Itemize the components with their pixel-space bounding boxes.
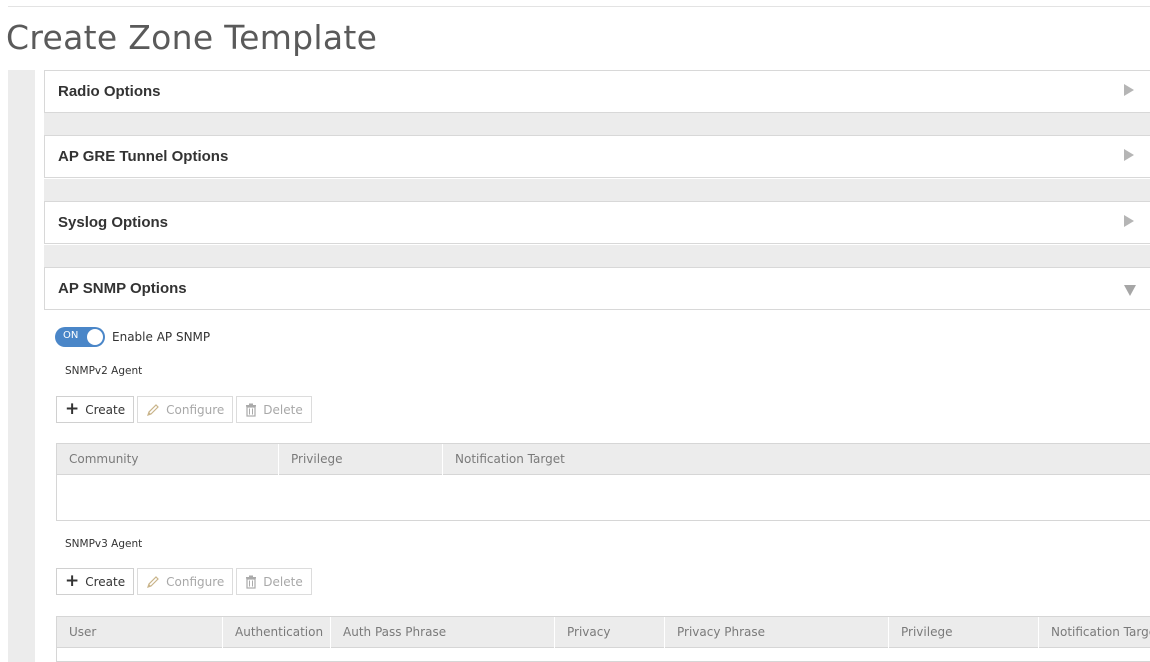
- trash-icon: [245, 575, 257, 589]
- column-header-privilege[interactable]: Privilege: [279, 444, 443, 475]
- toggle-knob: [87, 329, 103, 345]
- snmpv3-table-body: [56, 648, 1150, 662]
- pencil-icon: [146, 403, 160, 417]
- snmpv2-toolbar: + Create Configure Delete: [56, 396, 315, 423]
- snmpv3-create-button[interactable]: + Create: [56, 568, 135, 595]
- column-header-community[interactable]: Community: [57, 444, 279, 475]
- column-header-notification-target[interactable]: Notification Target: [1039, 617, 1150, 648]
- snmpv2-delete-button[interactable]: Delete: [236, 396, 312, 423]
- triangle-right-icon[interactable]: [1124, 149, 1134, 161]
- button-label: Configure: [166, 574, 225, 589]
- column-header-authentication[interactable]: Authentication: [223, 617, 331, 648]
- snmpv3-configure-button[interactable]: Configure: [137, 568, 234, 595]
- trash-icon: [245, 403, 257, 417]
- button-label: Delete: [263, 402, 303, 417]
- column-header-privacy[interactable]: Privacy: [555, 617, 665, 648]
- section-ap-gre-tunnel-options[interactable]: AP GRE Tunnel Options: [44, 135, 1150, 178]
- triangle-right-icon[interactable]: [1124, 84, 1134, 96]
- plus-icon: +: [65, 571, 80, 591]
- column-header-auth-pass-phrase[interactable]: Auth Pass Phrase: [331, 617, 555, 648]
- column-header-privilege[interactable]: Privilege: [889, 617, 1039, 648]
- snmpv3-toolbar: + Create Configure Delete: [56, 568, 315, 595]
- button-label: Delete: [263, 574, 303, 589]
- section-ap-snmp-options[interactable]: AP SNMP Options: [44, 267, 1150, 310]
- snmpv2-agent-title: SNMPv2 Agent: [65, 365, 143, 377]
- section-gap: [44, 179, 1150, 201]
- section-title: AP SNMP Options: [58, 280, 187, 297]
- snmpv3-table-header: User Authentication Auth Pass Phrase Pri…: [56, 616, 1150, 648]
- column-header-notification-target[interactable]: Notification Target: [443, 444, 1149, 475]
- snmpv3-delete-button[interactable]: Delete: [236, 568, 312, 595]
- section-title: Radio Options: [58, 83, 161, 100]
- pencil-icon: [146, 575, 160, 589]
- snmpv3-agent-title: SNMPv3 Agent: [65, 538, 143, 550]
- button-label: Create: [85, 574, 126, 589]
- enable-snmp-label: Enable AP SNMP: [112, 330, 211, 344]
- page-title: Create Zone Template: [6, 18, 378, 57]
- snmpv2-table-body: [56, 475, 1150, 521]
- section-title: Syslog Options: [58, 214, 169, 231]
- button-label: Configure: [166, 402, 225, 417]
- section-gap: [44, 245, 1150, 267]
- triangle-right-icon[interactable]: [1124, 215, 1134, 227]
- button-label: Create: [85, 402, 126, 417]
- column-header-user[interactable]: User: [57, 617, 223, 648]
- snmpv2-create-button[interactable]: + Create: [56, 396, 135, 423]
- top-divider: [8, 6, 1150, 7]
- section-gap: [44, 113, 1150, 135]
- triangle-down-icon[interactable]: [1124, 285, 1136, 296]
- toggle-state-label: ON: [63, 330, 79, 341]
- section-radio-options[interactable]: Radio Options: [44, 70, 1150, 113]
- plus-icon: +: [65, 399, 80, 419]
- section-syslog-options[interactable]: Syslog Options: [44, 201, 1150, 244]
- snmpv2-configure-button[interactable]: Configure: [137, 396, 234, 423]
- column-header-privacy-phrase[interactable]: Privacy Phrase: [665, 617, 889, 648]
- enable-snmp-toggle[interactable]: ON: [55, 327, 105, 347]
- section-title: AP GRE Tunnel Options: [58, 148, 229, 165]
- snmpv2-table-header: Community Privilege Notification Target: [56, 443, 1150, 475]
